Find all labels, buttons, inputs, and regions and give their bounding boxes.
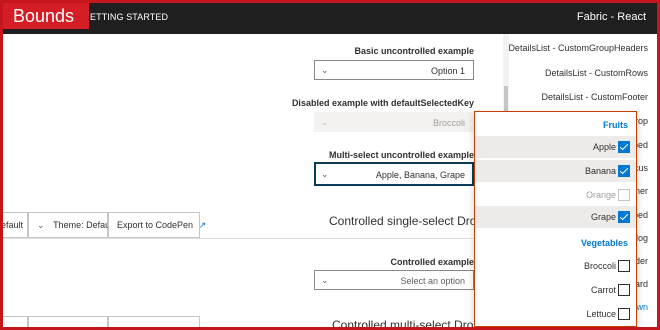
top-bar: ETTING STARTED Fabric - React [0, 0, 660, 34]
export-codepen-label: Export to CodePen [117, 220, 194, 230]
rtl-toggle-button[interactable]: efault [0, 212, 28, 238]
rtl-toggle-label: efault [1, 220, 24, 230]
group-header-fruits: Fruits [602, 120, 628, 130]
controlled-dropdown[interactable]: ⌄ Select an option [314, 270, 474, 290]
basic-dropdown-value: Option 1 [430, 66, 465, 76]
chevron-down-icon: ⌄ [37, 220, 45, 230]
theme-dropdown[interactable]: ⌄ Theme: Default [28, 212, 115, 238]
nav-getting-started[interactable]: ETTING STARTED [90, 12, 168, 22]
nav-item-customgroupheaders[interactable]: DetailsList - CustomGroupHeaders [508, 43, 648, 53]
checkbox-checked[interactable] [618, 165, 630, 177]
checkbox-unchecked[interactable] [618, 308, 630, 320]
option-apple[interactable]: Apple [475, 136, 636, 158]
checkbox-disabled [618, 189, 630, 201]
option-label: Lettuce [586, 309, 616, 319]
option-label: Broccoli [583, 261, 616, 271]
basic-example-label: Basic uncontrolled example [354, 46, 474, 56]
checkbox-checked[interactable] [618, 141, 630, 153]
option-label: Apple [592, 142, 616, 152]
option-lettuce[interactable]: Lettuce [475, 303, 636, 325]
multi-select-dropdown[interactable]: ⌄ Apple, Banana, Grape [314, 162, 474, 186]
nav-item-customrows[interactable]: DetailsList - CustomRows [545, 68, 648, 78]
multi-example-label: Multi-select uncontrolled example [328, 150, 474, 160]
controlled-dropdown-placeholder: Select an option [400, 276, 465, 286]
theme-dropdown-2[interactable] [28, 316, 108, 330]
chevron-down-icon: ⌄ [321, 65, 329, 75]
multi-select-dropdown-value: Apple, Banana, Grape [375, 170, 465, 180]
export-codepen-button-2[interactable] [108, 316, 200, 330]
chevron-down-icon: ⌄ [321, 169, 329, 179]
option-grape[interactable]: Grape [475, 206, 636, 228]
open-in-new-window-icon: ↗ [198, 220, 207, 230]
export-codepen-button[interactable]: Export to CodePen ↗ [108, 212, 206, 238]
option-label: Orange [585, 190, 616, 200]
option-label: Carrot [590, 285, 616, 295]
checkbox-checked[interactable] [618, 211, 630, 223]
option-label: Banana [584, 166, 616, 176]
checkbox-unchecked[interactable] [618, 284, 630, 296]
disabled-dropdown-value: Broccoli [432, 118, 465, 128]
basic-dropdown[interactable]: ⌄ Option 1 [314, 60, 474, 80]
rtl-toggle-button-2[interactable] [0, 316, 28, 330]
option-label: Grape [590, 212, 616, 222]
chevron-down-icon: ⌄ [321, 275, 329, 285]
option-carrot[interactable]: Carrot [475, 279, 636, 301]
chevron-down-icon: ⌄ [321, 117, 329, 127]
bounds-overlay-tag: Bounds [3, 3, 89, 29]
nav-item-customfooter[interactable]: DetailsList - CustomFooter [541, 92, 648, 102]
group-header-vegetables: Vegetables [580, 238, 628, 248]
option-broccoli[interactable]: Broccoli [475, 255, 636, 277]
divider [0, 238, 505, 239]
multi-select-callout: Fruits Apple Banana Orange Grape Vegetab… [474, 111, 637, 327]
app-title[interactable]: Fabric - React [577, 11, 646, 23]
disabled-example-label: Disabled example with defaultSelectedKey [291, 98, 474, 108]
option-orange: Orange [475, 184, 636, 206]
scrollbar-thumb[interactable] [504, 86, 508, 112]
controlled-example-label: Controlled example [390, 257, 474, 267]
theme-dropdown-label: Theme: Default [53, 220, 115, 230]
disabled-dropdown: ⌄ Broccoli [314, 112, 474, 132]
checkbox-unchecked[interactable] [618, 260, 630, 272]
option-banana[interactable]: Banana [475, 160, 636, 182]
